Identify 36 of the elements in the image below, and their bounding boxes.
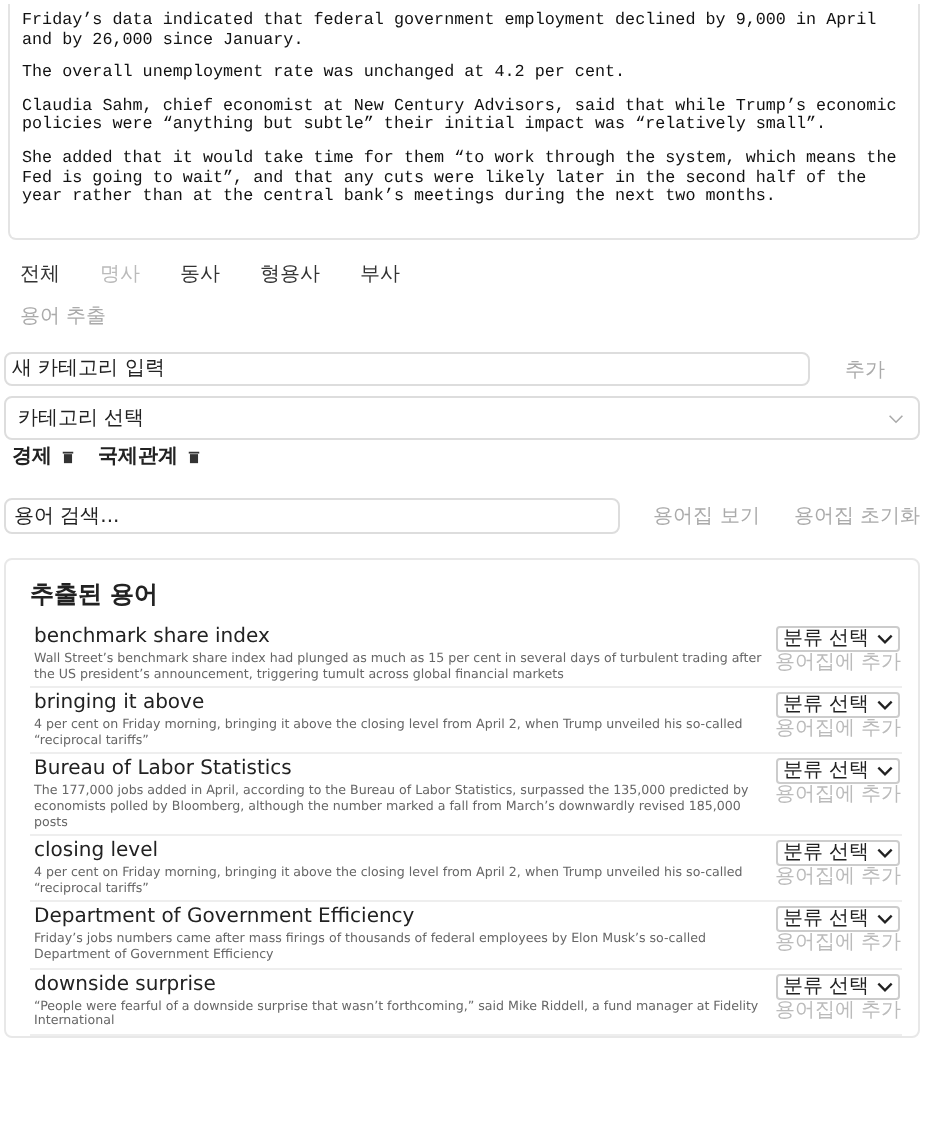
classification-select[interactable]: 분류 선택 (776, 626, 900, 652)
card-title: 추출된 용어 (30, 578, 161, 612)
article-paragraph: Claudia Sahm, chief economist at New Century Advisors, said that while Trump’s economic policies were “anything but subtle” their initial impact was “relatively small”. (22, 97, 899, 136)
part-of-speech-tab[interactable]: 동사 (180, 260, 220, 288)
new-category-field[interactable]: 새 카테고리 입력 (4, 352, 810, 386)
classification-select[interactable]: 분류 선택 (776, 906, 900, 933)
chevron-down-icon (875, 914, 894, 925)
category-label: 국제관계 (98, 444, 178, 470)
term-title: Department of Government Efficiency (34, 906, 417, 931)
chevron-down-icon (875, 848, 894, 859)
chevron-down-icon (875, 700, 894, 711)
article-text-area[interactable] (8, 4, 920, 240)
term-title: benchmark share index (34, 626, 272, 650)
chevron-down-icon (875, 766, 894, 777)
chevron-down-icon (888, 413, 904, 423)
article-paragraph: Friday’s data indicated that federal government employment declined by 9,000 in April and by 26,000 since January. (22, 12, 879, 51)
part-of-speech-tab[interactable]: 부사 (360, 260, 400, 288)
classification-select[interactable]: 분류 선택 (776, 758, 900, 785)
trash-icon[interactable] (188, 449, 200, 463)
part-of-speech-tab[interactable]: 전체 (20, 260, 60, 288)
category-label: 경제 (12, 444, 52, 470)
classification-select[interactable]: 분류 선택 (776, 840, 900, 867)
term-title: Bureau of Labor Statistics (34, 758, 294, 783)
trash-icon[interactable] (62, 449, 74, 463)
term-title: bringing it above (34, 692, 207, 717)
article-paragraph: The overall unemployment rate was unchanged at 4.2 per cent. (22, 64, 628, 84)
term-search-field[interactable]: 용어 검색... (4, 498, 620, 534)
category-select[interactable]: 카테고리 선택 (4, 396, 920, 440)
chevron-down-icon (875, 634, 894, 644)
classification-select[interactable]: 분류 선택 (776, 973, 900, 1000)
article-paragraph: She added that it would take time for them “to work through the system, which means the Fed is going to wait”, and that any cuts were likely later in the second half of the year rather than at the central bank’s meetings during the next two months. (22, 149, 899, 208)
term-title: downside surprise (34, 973, 218, 998)
chevron-down-icon (875, 981, 894, 992)
part-of-speech-tab[interactable]: 형용사 (260, 260, 320, 288)
term-title: closing level (34, 840, 161, 865)
classification-select[interactable]: 분류 선택 (776, 692, 900, 719)
